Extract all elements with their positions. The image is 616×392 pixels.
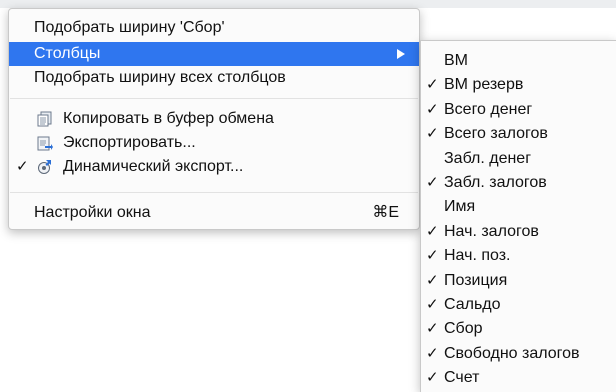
background-header-strip [0, 0, 616, 8]
column-toggle-label: Всего залогов [444, 125, 548, 143]
menu-item-fit-all-columns[interactable]: Подобрать ширину всех столбцов [9, 66, 419, 90]
checkmark-icon: ✓ [426, 320, 439, 338]
column-toggle-label: Забл. залогов [444, 174, 547, 191]
menu-item-dynamic-export[interactable]: ✓ Динамический экспорт... [9, 155, 419, 179]
checkmark-icon: ✓ [426, 222, 439, 240]
checkmark-icon: ✓ [426, 76, 439, 94]
column-toggle-item[interactable]: ✓ Позиция [421, 269, 616, 293]
columns-submenu: ВМ ✓ ВМ резерв ✓ Всего денег ✓ Всего залогов За… [420, 40, 616, 392]
checkmark-icon: ✓ [426, 369, 439, 387]
column-toggle-item[interactable]: Имя [421, 195, 616, 219]
column-toggle-item[interactable]: Забл. денег [421, 147, 616, 171]
column-toggle-item[interactable]: ✓ Всего залогов [421, 122, 616, 146]
column-toggle-item[interactable]: ✓ Забл. залогов [421, 171, 616, 195]
checkmark-icon: ✓ [426, 174, 439, 191]
column-toggle-item[interactable]: ✓ Нач. поз. [421, 244, 616, 268]
column-toggle-item[interactable]: ✓ Свободно залогов [421, 342, 616, 366]
menu-item-label: Столбцы [34, 45, 101, 62]
checkmark-icon: ✓ [426, 100, 439, 118]
column-toggle-label: Нач. залогов [444, 222, 539, 240]
column-toggle-item[interactable]: ✓ Счет [421, 366, 616, 390]
menu-item-label: Подобрать ширину 'Сбор' [34, 19, 225, 36]
checkmark-icon: ✓ [426, 247, 439, 265]
menu-item-window-settings[interactable]: Настройки окна ⌘E [9, 201, 419, 225]
submenu-arrow-icon [397, 49, 405, 59]
checkmark-icon: ✓ [426, 296, 439, 313]
menu-item-export[interactable]: Экспортировать... [9, 131, 419, 155]
keyboard-shortcut: ⌘E [372, 204, 399, 221]
menu-item-label: Подобрать ширину всех столбцов [34, 69, 286, 86]
column-toggle-label: Забл. денег [444, 149, 532, 167]
checkmark-icon: ✓ [426, 125, 439, 143]
menu-item-label: Экспортировать... [63, 134, 196, 151]
column-toggle-item[interactable]: ВМ [421, 49, 616, 73]
context-menu: Подобрать ширину 'Сбор' Столбцы Подобрат… [8, 8, 420, 230]
column-toggle-item[interactable]: ✓ Сбор [421, 317, 616, 341]
menu-item-label: Настройки окна [34, 204, 151, 221]
column-toggle-label: Нач. поз. [444, 247, 511, 265]
column-toggle-label: ВМ [444, 52, 468, 69]
column-toggle-item[interactable]: ✓ ВМ резерв [421, 73, 616, 97]
column-toggle-label: Сальдо [444, 296, 501, 313]
column-toggle-label: Сбор [444, 320, 483, 338]
export-icon [37, 135, 53, 151]
column-toggle-label: Свободно залогов [444, 344, 580, 362]
dynamic-export-icon [37, 159, 53, 175]
menu-separator [10, 98, 418, 99]
column-toggle-label: Всего денег [444, 100, 533, 118]
menu-item-fit-width-sbor[interactable]: Подобрать ширину 'Сбор' [9, 16, 419, 40]
checkmark-icon: ✓ [426, 344, 439, 362]
menu-item-label: Динамический экспорт... [63, 158, 244, 175]
column-toggle-label: Имя [444, 198, 476, 216]
column-toggle-item[interactable]: ✓ Нач. залогов [421, 220, 616, 244]
column-toggle-label: Счет [444, 369, 480, 387]
checkmark-icon: ✓ [426, 271, 439, 289]
menu-item-columns[interactable]: Столбцы [9, 42, 419, 66]
clipboard-copy-icon [37, 111, 53, 127]
column-toggle-label: Позиция [444, 271, 508, 289]
column-toggle-item[interactable]: ✓ Сальдо [421, 293, 616, 317]
column-toggle-label: ВМ резерв [444, 76, 524, 94]
menu-item-label: Копировать в буфер обмена [63, 110, 274, 127]
menu-item-copy-clipboard[interactable]: Копировать в буфер обмена [9, 107, 419, 131]
checkmark-icon: ✓ [16, 158, 29, 175]
column-toggle-item[interactable]: ✓ Всего денег [421, 98, 616, 122]
menu-separator [10, 192, 418, 193]
